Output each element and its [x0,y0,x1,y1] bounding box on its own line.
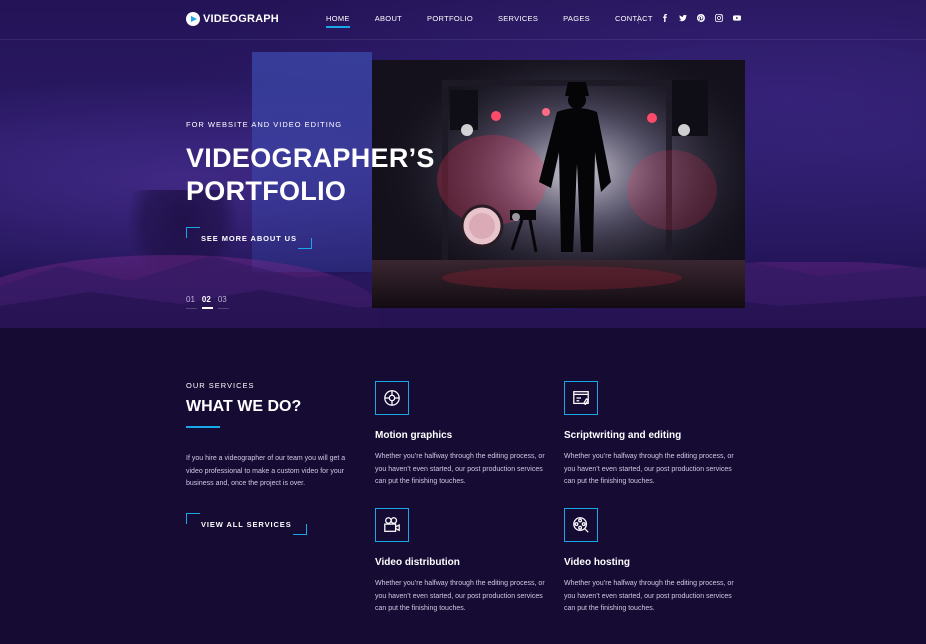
pinterest-icon[interactable] [696,13,706,23]
service-card-scriptwriting: Scriptwriting and editing Whether you’re… [564,381,744,489]
scriptwriting-icon [564,381,598,415]
logo-text: VIDEOGRAPH [203,13,279,25]
service-card-video-distribution: Video distribution Whether you’re halfwa… [375,508,555,616]
hero-title-line-1: VIDEOGRAPHER’S [186,143,435,173]
pager-item-1[interactable]: 01 [186,295,197,309]
hero-subtitle: FOR WEBSITE AND VIDEO EDITING [186,120,343,129]
nav-portfolio[interactable]: PORTFOLIO [427,14,473,23]
view-all-services-label: VIEW ALL SERVICES [201,519,292,529]
nav-pages[interactable]: PAGES [563,14,590,23]
top-navigation: VIDEOGRAPH HOME ABOUT PORTFOLIO SERVICES… [0,0,926,40]
service-title: Motion graphics [375,430,453,441]
play-logo-icon [186,12,200,26]
twitter-icon[interactable] [678,13,688,23]
service-text: Whether you’re halfway through the editi… [375,580,545,612]
services-title-underline [186,426,220,428]
service-card-motion-graphics: Motion graphics Whether you’re halfway t… [375,381,555,489]
logo[interactable]: VIDEOGRAPH [186,11,279,27]
pager-item-3[interactable]: 03 [217,295,229,309]
see-more-about-us-label: SEE MORE ABOUT US [201,233,297,243]
service-card-video-hosting: Video hosting Whether you’re halfway thr… [564,508,744,616]
youtube-icon[interactable] [732,13,742,23]
services-description: If you hire a videographer of our team y… [186,455,346,487]
main-menu: HOME ABOUT PORTFOLIO SERVICES PAGES CONT… [326,14,653,28]
service-title: Video distribution [375,557,460,568]
instagram-icon[interactable] [714,13,724,23]
nav-contact[interactable]: CONTACT [615,14,653,23]
slide-pager: 01 02 03 [186,295,234,309]
service-text: Whether you’re halfway through the editi… [564,580,734,612]
view-all-services-button[interactable]: VIEW ALL SERVICES [186,513,307,535]
service-title: Scriptwriting and editing [564,430,682,441]
nav-about[interactable]: ABOUT [375,14,402,23]
pager-item-2[interactable]: 02 [201,295,213,309]
motion-graphics-icon [375,381,409,415]
service-title: Video hosting [564,557,630,568]
nav-divider [638,14,639,24]
hero-title-line-2: PORTFOLIO [186,176,347,206]
hero-title: VIDEOGRAPHER’S PORTFOLIO [186,142,435,208]
service-text: Whether you’re halfway through the editi… [375,453,545,485]
video-camera-icon [375,508,409,542]
services-title: WHAT WE DO? [186,398,302,415]
services-subtitle: OUR SERVICES [186,381,255,390]
service-text: Whether you’re halfway through the editi… [564,453,734,485]
nav-services[interactable]: SERVICES [498,14,538,23]
social-links [660,13,750,23]
facebook-icon[interactable] [660,13,670,23]
see-more-about-us-button[interactable]: SEE MORE ABOUT US [186,227,312,249]
nav-home[interactable]: HOME [326,14,350,28]
film-reel-icon [564,508,598,542]
